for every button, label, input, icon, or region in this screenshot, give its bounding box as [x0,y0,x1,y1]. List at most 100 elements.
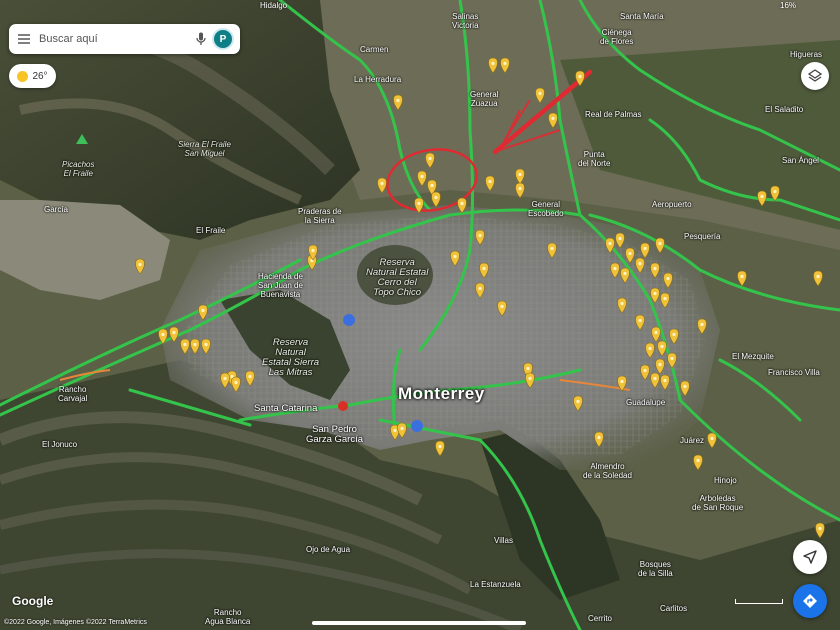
place-pin-dot [620,301,624,306]
place-label: General Escobedo [528,200,564,218]
place-label: Villas [494,536,513,545]
place-label: Picachos El Fraile [62,160,95,178]
scale-bar [735,599,783,604]
place-pin-dot [578,74,582,79]
place-label: Reserva Natural Estatal Sierra Las Mitras [262,337,320,378]
place-pin-dot [648,346,652,351]
place-pin-dot [204,342,208,347]
place-pin-dot [760,194,764,199]
place-label: Pesquería [684,232,721,241]
place-pin-dot [613,266,617,271]
temperature-label: 26° [32,70,48,82]
place-label: Santa María [620,12,664,21]
search-bar[interactable]: Buscar aquí P [9,24,240,54]
place-label: Ojo de Agua [306,545,351,554]
layers-button[interactable] [801,62,829,90]
place-pin-dot [658,241,662,246]
place-pin-dot [518,172,522,177]
avatar[interactable]: P [212,28,234,50]
weather-chip[interactable]: 26° [9,64,56,88]
place-label: El Fraile [196,226,226,235]
place-pin-dot [393,428,397,433]
place-label: La Estanzuela [470,580,521,589]
place-pin-dot [453,254,457,259]
home-indicator[interactable] [312,621,526,625]
place-pin-dot [183,342,187,347]
place-label: Arboledas de San Roque [692,494,744,512]
place-pin-dot [172,330,176,335]
map-view[interactable]: Hidalgo 16% Monterrey Salinas Victoria Sa… [0,0,840,630]
place-label: Higueras [790,50,823,59]
place-label: San Ángel [782,156,819,165]
place-pin-dot [248,374,252,379]
place-label: Hacienda de San Juan de Buenavista [258,272,303,299]
place-pin-dot [430,183,434,188]
place-label: Carmen [360,45,389,54]
place-label: San Pedro Garza García [306,424,364,445]
place-pin-dot [503,61,507,66]
directions-button[interactable] [793,584,827,618]
place-label: Ciénega de Flores [600,28,634,46]
place-pin-dot [396,98,400,103]
place-label: Sierra El Fraile San Miguel [178,140,231,158]
place-label: Rancho Carvajal [58,385,88,403]
place-pin-dot [653,376,657,381]
satellite-map[interactable] [0,0,840,630]
place-pin-dot [500,304,504,309]
sun-icon [17,70,29,82]
place-pin-dot [491,61,495,66]
place-pin-dot [417,201,421,206]
place-pin-dot [740,274,744,279]
place-label: Aeropuerto [652,200,692,209]
place-pin-dot [138,262,142,267]
place-label: García [44,205,69,214]
place-pin-dot [234,380,238,385]
place-label: Hinojo [714,476,737,485]
place-label: Cerrito [588,614,613,623]
microphone-icon[interactable] [190,24,212,54]
place-pin-dot [623,271,627,276]
place-pin-dot [428,156,432,161]
copyright-text: ©2022 Google, Imágenes ©2022 TerraMetric… [4,619,147,626]
place-pin-dot [434,195,438,200]
place-label: Reserva Natural Estatal Cerro del Topo Chic… [366,257,429,298]
place-label: Real de Palmas [585,110,642,119]
place-pin-dot [618,236,622,241]
place-pin-dot [653,266,657,271]
layers-icon [808,69,822,82]
place-pin-dot [653,291,657,296]
place-pin-dot [478,233,482,238]
menu-icon[interactable] [9,24,39,54]
city-label: Monterrey [398,384,485,403]
place-label: El Mezquite [732,352,774,361]
place-pin-dot [700,322,704,327]
place-pin-dot [666,276,670,281]
place-pin-dot [223,376,227,381]
place-pin-dot [597,435,601,440]
place-pin-dot [460,201,464,206]
place-pin-dot [660,344,664,349]
place-label: La Herradura [354,75,402,84]
place-pin-dot [482,266,486,271]
place-pin-dot [663,296,667,301]
place-pin-dot [818,526,822,531]
place-pin-dot [420,174,424,179]
place-label: Juárez [680,436,705,445]
navigation-arrow-icon [803,550,817,564]
place-label: Santa Catarina [254,403,318,414]
place-pin-dot [663,378,667,383]
place-label: Praderas de la Sierra [298,207,342,225]
place-pin-dot [643,368,647,373]
place-pin-dot [683,384,687,389]
place-pin-dot [773,189,777,194]
place-pin-dot [638,261,642,266]
battery-indicator: 16% [780,1,797,10]
search-input[interactable]: Buscar aquí [39,33,190,45]
my-location-button[interactable] [793,540,827,574]
place-pin-dot [528,376,532,381]
place-pin-dot [710,436,714,441]
place-pin-dot [658,362,662,367]
place-pin-dot [488,179,492,184]
place-pin-dot [400,426,404,431]
google-logo: Google [12,594,54,608]
